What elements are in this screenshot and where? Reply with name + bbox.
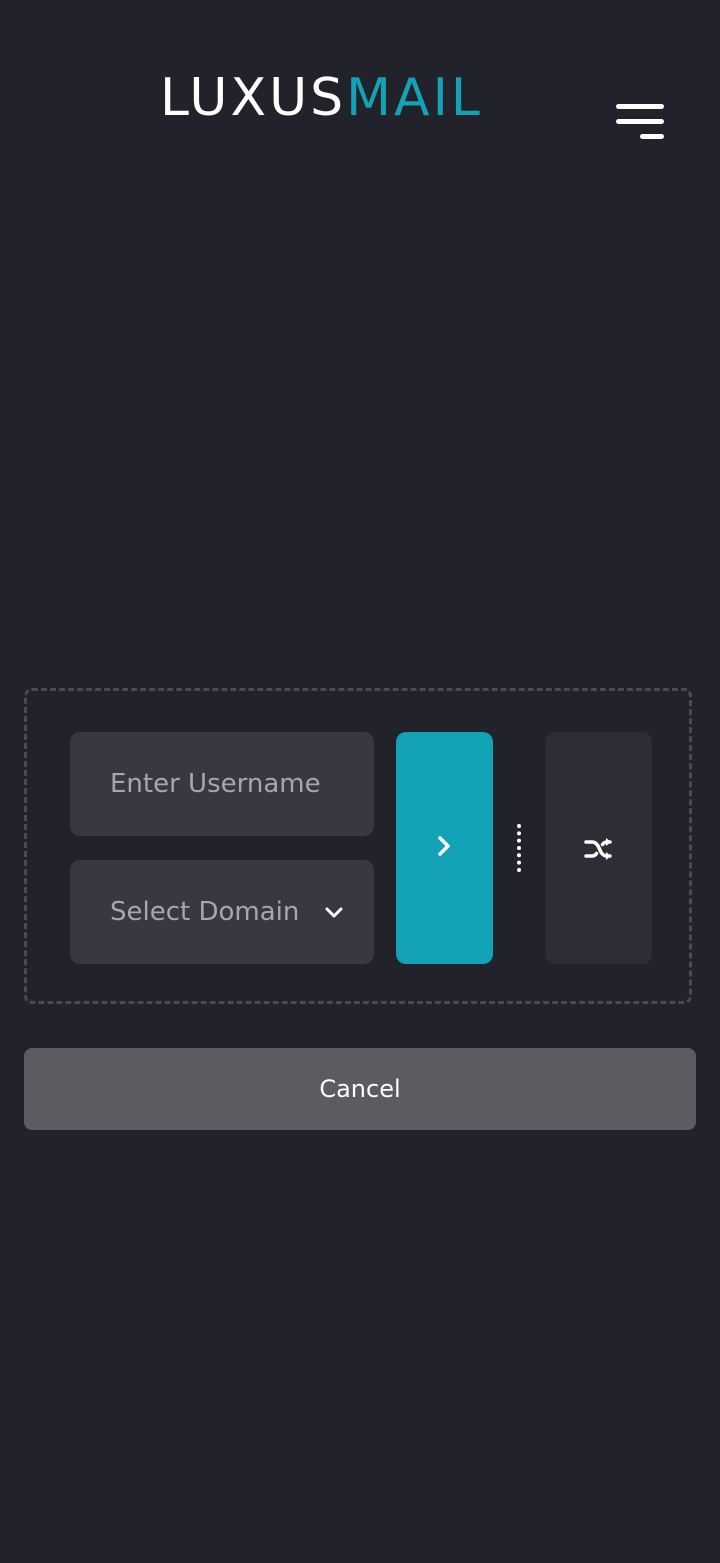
- create-email-form: Select Domain: [24, 688, 692, 1004]
- username-field: [70, 732, 374, 836]
- random-address-button[interactable]: [545, 732, 652, 964]
- cancel-button[interactable]: Cancel: [24, 1048, 696, 1130]
- logo-text-luxus: LUXUS: [160, 68, 347, 128]
- domain-select-value: Select Domain: [110, 897, 300, 927]
- logo[interactable]: LUXUS MAIL: [160, 70, 483, 126]
- menu-line: [616, 119, 664, 124]
- chevron-right-icon: [438, 836, 450, 856]
- chevron-down-icon: [325, 907, 343, 918]
- header: LUXUS MAIL: [0, 0, 720, 180]
- menu-line: [616, 104, 664, 109]
- submit-button[interactable]: [396, 732, 493, 964]
- divider: [517, 824, 521, 872]
- domain-select[interactable]: Select Domain: [70, 860, 374, 964]
- menu-line: [640, 134, 664, 139]
- username-input[interactable]: [70, 732, 374, 836]
- logo-text-mail: MAIL: [346, 68, 483, 128]
- hamburger-menu-icon[interactable]: [612, 100, 668, 148]
- shuffle-icon: [584, 838, 612, 860]
